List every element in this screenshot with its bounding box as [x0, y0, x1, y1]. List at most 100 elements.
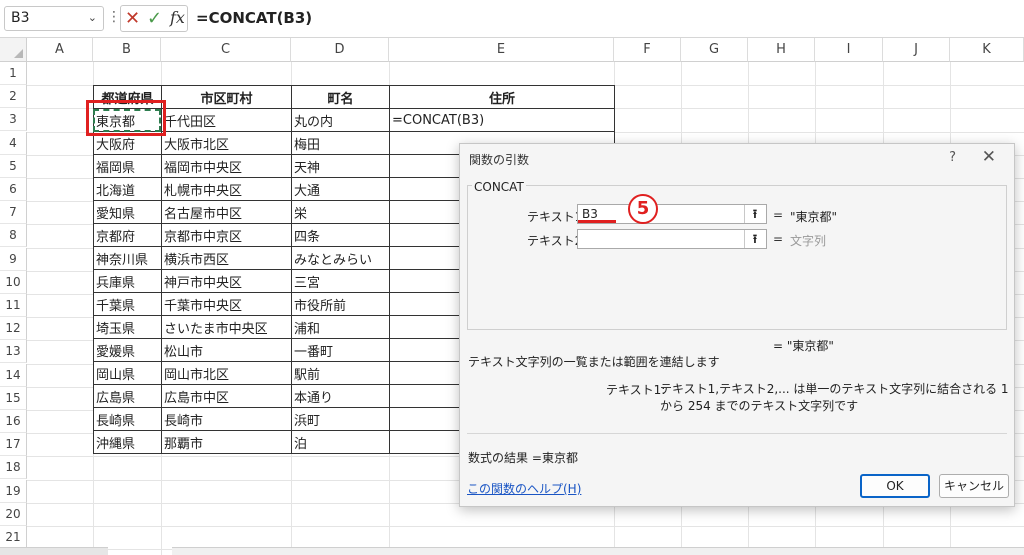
table-cell[interactable]: 広島県 [93, 384, 162, 408]
column-header-j[interactable]: J [883, 38, 950, 62]
table-cell[interactable]: 福岡市中央区 [161, 154, 292, 178]
table-cell[interactable]: 愛媛県 [93, 338, 162, 362]
table-cell[interactable]: さいたま市中央区 [161, 315, 292, 339]
row-header-8[interactable]: 8 [0, 224, 27, 248]
arg1-equals: = [773, 208, 784, 222]
row-header-12[interactable]: 12 [0, 317, 27, 341]
row-header-7[interactable]: 7 [0, 201, 27, 225]
chevron-down-icon[interactable]: ⌄ [88, 11, 97, 24]
sheet-tab-scroll[interactable] [0, 547, 108, 555]
table-cell[interactable]: 札幌市中央区 [161, 177, 292, 201]
column-header-i[interactable]: I [815, 38, 883, 62]
fx-icon[interactable]: fx [170, 8, 185, 27]
table-cell[interactable]: 天神 [291, 154, 390, 178]
row-header-15[interactable]: 15 [0, 386, 27, 410]
column-header-e[interactable]: E [389, 38, 614, 62]
table-cell[interactable]: 沖縄県 [93, 430, 162, 454]
formula-input[interactable]: =CONCAT(B3) [196, 9, 312, 27]
row-header-6[interactable]: 6 [0, 178, 27, 201]
table-cell[interactable]: 名古屋市中区 [161, 200, 292, 224]
table-cell[interactable]: 長崎県 [93, 407, 162, 431]
select-all-corner[interactable] [0, 38, 27, 62]
row-header-11[interactable]: 11 [0, 294, 27, 317]
table-cell[interactable]: 兵庫県 [93, 269, 162, 293]
ok-button[interactable]: OK [860, 474, 930, 498]
column-header-f[interactable]: F [614, 38, 681, 62]
table-cell[interactable]: 四条 [291, 223, 390, 247]
table-cell[interactable]: 本通り [291, 384, 390, 408]
table-cell[interactable]: 浦和 [291, 315, 390, 339]
table-cell[interactable]: 北海道 [93, 177, 162, 201]
table-cell[interactable]: 岡山県 [93, 361, 162, 385]
cancel-button[interactable]: キャンセル [939, 474, 1009, 498]
row-header-3[interactable]: 3 [0, 108, 27, 132]
table-cell[interactable]: 京都市中京区 [161, 223, 292, 247]
help-icon[interactable]: ? [949, 150, 956, 165]
header-cell[interactable]: 町名 [291, 85, 390, 109]
row-header-1[interactable]: 1 [0, 62, 27, 85]
cancel-icon[interactable]: ✕ [125, 8, 140, 29]
table-cell[interactable]: 長崎市 [161, 407, 292, 431]
table-cell[interactable]: 広島市中区 [161, 384, 292, 408]
table-cell[interactable]: 梅田 [291, 131, 390, 155]
column-header-a[interactable]: A [27, 38, 93, 62]
table-cell[interactable]: 駅前 [291, 361, 390, 385]
table-cell[interactable]: 三宮 [291, 269, 390, 293]
table-cell[interactable]: 愛知県 [93, 200, 162, 224]
table-cell[interactable]: 丸の内 [291, 108, 390, 132]
row-header-2[interactable]: 2 [0, 85, 27, 109]
table-cell[interactable]: 横浜市西区 [161, 246, 292, 270]
header-cell[interactable]: 市区町村 [161, 85, 292, 109]
collapse-dialog-icon[interactable]: ⭱ [744, 230, 765, 248]
horizontal-scrollbar[interactable] [172, 547, 1024, 555]
row-header-5[interactable]: 5 [0, 154, 27, 178]
table-cell[interactable]: 神奈川県 [93, 246, 162, 270]
row-header-18[interactable]: 18 [0, 456, 27, 480]
column-header-b[interactable]: B [93, 38, 161, 62]
table-cell[interactable]: 市役所前 [291, 292, 390, 316]
row-header-10[interactable]: 10 [0, 270, 27, 294]
row-header-16[interactable]: 16 [0, 410, 27, 433]
arg1-result: "東京都" [790, 210, 838, 224]
table-cell[interactable]: =CONCAT(B3) [389, 108, 615, 132]
row-header-9[interactable]: 9 [0, 247, 27, 271]
function-help-link[interactable]: この関数のヘルプ(H) [467, 480, 581, 497]
table-cell[interactable]: 泊 [291, 430, 390, 454]
table-cell[interactable]: 福岡県 [93, 154, 162, 178]
table-cell[interactable]: 岡山市北区 [161, 361, 292, 385]
more-options-icon[interactable]: ⋮ [107, 9, 121, 25]
table-cell[interactable]: みなとみらい [291, 246, 390, 270]
table-cell[interactable]: 埼玉県 [93, 315, 162, 339]
enter-icon[interactable]: ✓ [147, 8, 162, 29]
table-cell[interactable]: 一番町 [291, 338, 390, 362]
column-header-k[interactable]: K [950, 38, 1024, 62]
table-cell[interactable]: 千葉市中央区 [161, 292, 292, 316]
row-header-4[interactable]: 4 [0, 131, 27, 155]
name-box[interactable]: B3 ⌄ [4, 6, 104, 31]
table-cell[interactable]: 栄 [291, 200, 390, 224]
arg1-value: B3 [582, 207, 598, 221]
column-header-d[interactable]: D [291, 38, 389, 62]
row-header-20[interactable]: 20 [0, 502, 27, 526]
header-cell[interactable]: 住所 [389, 85, 615, 109]
table-cell[interactable]: 京都府 [93, 223, 162, 247]
column-header-h[interactable]: H [748, 38, 815, 62]
column-header-g[interactable]: G [681, 38, 748, 62]
collapse-dialog-icon[interactable]: ⭱ [744, 205, 765, 223]
table-cell[interactable]: 松山市 [161, 338, 292, 362]
column-header-c[interactable]: C [161, 38, 291, 62]
row-header-17[interactable]: 17 [0, 433, 27, 457]
table-cell[interactable]: 神戸市中央区 [161, 269, 292, 293]
row-header-13[interactable]: 13 [0, 340, 27, 364]
close-icon[interactable]: ✕ [982, 147, 996, 167]
arg2-input[interactable] [577, 229, 767, 249]
table-cell[interactable]: 浜町 [291, 407, 390, 431]
table-cell[interactable]: 大通 [291, 177, 390, 201]
table-cell[interactable]: 千葉県 [93, 292, 162, 316]
table-cell[interactable]: 那覇市 [161, 430, 292, 454]
table-cell[interactable]: 大阪市北区 [161, 131, 292, 155]
row-header-14[interactable]: 14 [0, 363, 27, 387]
table-cell[interactable]: 千代田区 [161, 108, 292, 132]
row-header-19[interactable]: 19 [0, 479, 27, 503]
row-header-21[interactable]: 21 [0, 526, 27, 549]
